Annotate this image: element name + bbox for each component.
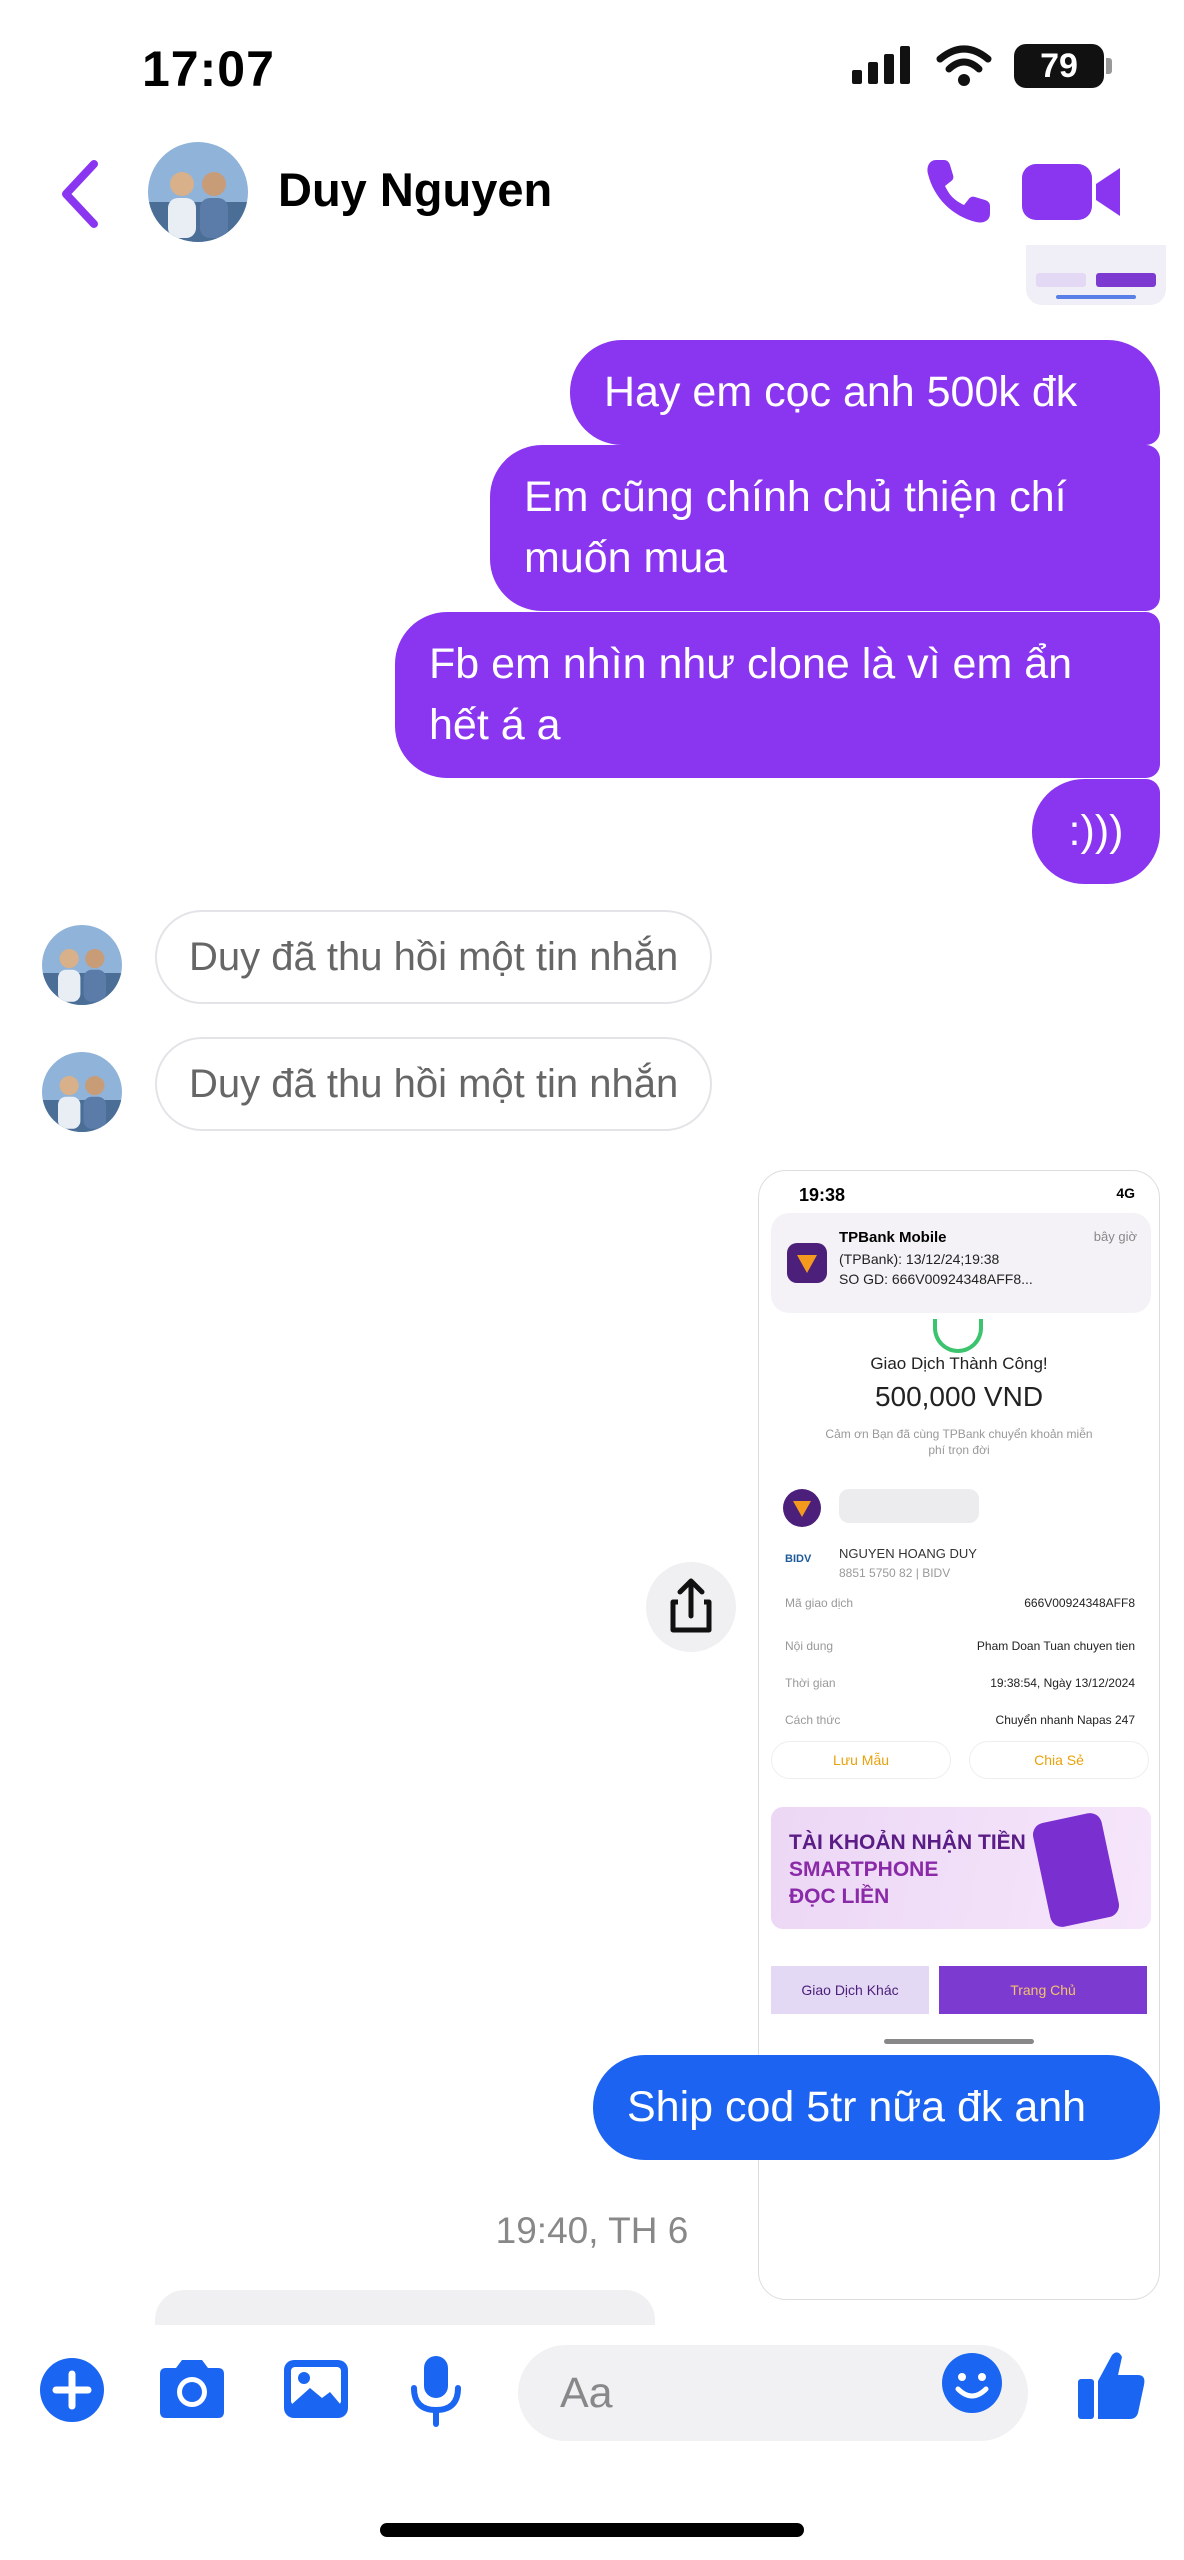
row-value: Pham Doan Tuan chuyen tien (976, 1639, 1135, 1653)
message-text: Fb em nhìn như clone là vì em ẩn (429, 640, 1073, 688)
message-list[interactable]: Hay em cọc anh 500k đk Em cũng chính chủ… (0, 245, 1184, 2350)
recalled-message: Duy đã thu hồi một tin nhắn (155, 910, 713, 1004)
row-key: Thời gian (785, 1676, 836, 1690)
emoji-icon[interactable] (938, 2349, 1006, 2417)
receipt-other-transaction-button: Giao Dịch Khác (771, 1966, 929, 2014)
chat-header: Duy Nguyen (0, 130, 1184, 255)
wifi-icon (936, 45, 992, 86)
row-key: Mã giao dịch (785, 1596, 854, 1610)
receipt-row: Nội dung Pham Doan Tuan chuyen tien (785, 1639, 1135, 1653)
microphone-icon[interactable] (396, 2350, 476, 2430)
receipt-notification: TPBank Mobile bây giờ (TPBank): 13/12/24… (771, 1213, 1151, 1313)
thumbs-up-icon[interactable] (1072, 2345, 1152, 2425)
camera-icon[interactable] (152, 2350, 232, 2430)
status-bar: 17:07 79 (0, 0, 1184, 140)
phone-illustration-icon (1030, 1810, 1122, 1929)
share-button[interactable] (646, 1562, 736, 1652)
sent-message[interactable]: Ship cod 5tr nữa đk anh (593, 2055, 1160, 2160)
sent-message[interactable]: Fb em nhìn như clone là vì em ẩn hết á a (395, 612, 1160, 778)
message-timestamp: 19:40, TH 6 (495, 2210, 689, 2251)
notif-line: SO GD: 666V00924348AFF8... (839, 1271, 1033, 1287)
sender-bank-logo-icon (783, 1489, 821, 1527)
video-call-icon[interactable] (1020, 158, 1124, 226)
message-text: muốn mua (524, 534, 728, 582)
row-value: Chuyển nhanh Napas 247 (995, 1713, 1135, 1727)
receipt-row: Thời gian 19:38:54, Ngày 13/12/2024 (785, 1676, 1135, 1690)
phone-call-icon[interactable] (920, 154, 996, 230)
notif-title: TPBank Mobile (839, 1229, 947, 1246)
message-text: hết á a (429, 701, 561, 749)
notif-line: (TPBank): 13/12/24;19:38 (839, 1251, 1000, 1267)
message-text: Ship cod 5tr nữa đk anh (627, 2083, 1087, 2131)
sent-message[interactable]: Em cũng chính chủ thiện chí muốn mua (490, 445, 1160, 611)
contact-name[interactable]: Duy Nguyen (278, 162, 552, 217)
success-check-icon (933, 1319, 983, 1353)
sent-message[interactable]: :))) (1032, 779, 1160, 884)
blurred-sender (839, 1489, 979, 1523)
recipient-name: NGUYEN HOANG DUY (839, 1546, 977, 1561)
notif-time: bây giờ (1093, 1229, 1137, 1244)
signal-icon (852, 46, 910, 84)
receipt-network: 4G (1116, 1185, 1135, 1201)
contact-avatar[interactable] (148, 142, 248, 242)
home-indicator[interactable] (380, 2523, 804, 2537)
recalled-message: Duy đã thu hồi một tin nhắn (155, 1037, 713, 1131)
sender-avatar[interactable] (42, 1052, 122, 1132)
receipt-amount: 500,000 VND (874, 1381, 1044, 1412)
message-input-placeholder: Aa (560, 2369, 613, 2417)
back-arrow-icon[interactable] (52, 154, 112, 234)
banner-line: SMARTPHONE (789, 1858, 939, 1881)
tpbank-logo-icon (787, 1243, 827, 1283)
banner-line: TÀI KHOẢN NHẬN TIỀN (789, 1831, 1026, 1854)
message-text: Em cũng chính chủ thiện chí (524, 473, 1067, 521)
receipt-home-button: Trang Chủ (939, 1966, 1147, 2014)
add-plus-icon[interactable] (32, 2350, 112, 2430)
share-icon (670, 1578, 712, 1633)
row-value: 19:38:54, Ngày 13/12/2024 (990, 1676, 1135, 1690)
row-value: 666V00924348AFF8 (1024, 1596, 1135, 1610)
sent-message[interactable]: Hay em cọc anh 500k đk (570, 340, 1160, 445)
message-text: :))) (1068, 807, 1124, 855)
banner-line: ĐỌC LIỀN (789, 1885, 890, 1908)
receipt-row: Cách thức Chuyển nhanh Napas 247 (785, 1713, 1135, 1727)
receipt-save-button: Lưu Mẫu (771, 1741, 951, 1779)
receipt-status-time: 19:38 (799, 1185, 846, 1205)
status-time: 17:07 (142, 41, 275, 97)
message-text: Hay em cọc anh 500k đk (604, 368, 1078, 416)
receipt-promo-banner: TÀI KHOẢN NHẬN TIỀN SMARTPHONE ĐỌC LIỀN (771, 1807, 1151, 1929)
row-key: Nội dung (785, 1639, 834, 1653)
receipt-share-button: Chia Sẻ (969, 1741, 1149, 1779)
row-key: Cách thức (785, 1713, 841, 1727)
status-indicators: 79 (852, 44, 1112, 88)
receipt-thanks: Cảm ơn Bạn đã cùng TPBank chuyển khoản m… (825, 1427, 1093, 1457)
sender-avatar[interactable] (42, 925, 122, 1005)
receipt-success: Giao Dịch Thành Công! (870, 1354, 1048, 1373)
previous-image-thumbnail[interactable] (1026, 245, 1166, 305)
gallery-image-icon[interactable] (276, 2350, 356, 2430)
recipient-account: 8851 5750 82 | BIDV (839, 1566, 951, 1580)
battery-indicator: 79 (1014, 44, 1112, 88)
receipt-home-indicator (884, 2039, 1034, 2044)
receipt-row: Mã giao dịch 666V00924348AFF8 (785, 1596, 1135, 1610)
bidv-logo: BIDV (785, 1553, 812, 1565)
